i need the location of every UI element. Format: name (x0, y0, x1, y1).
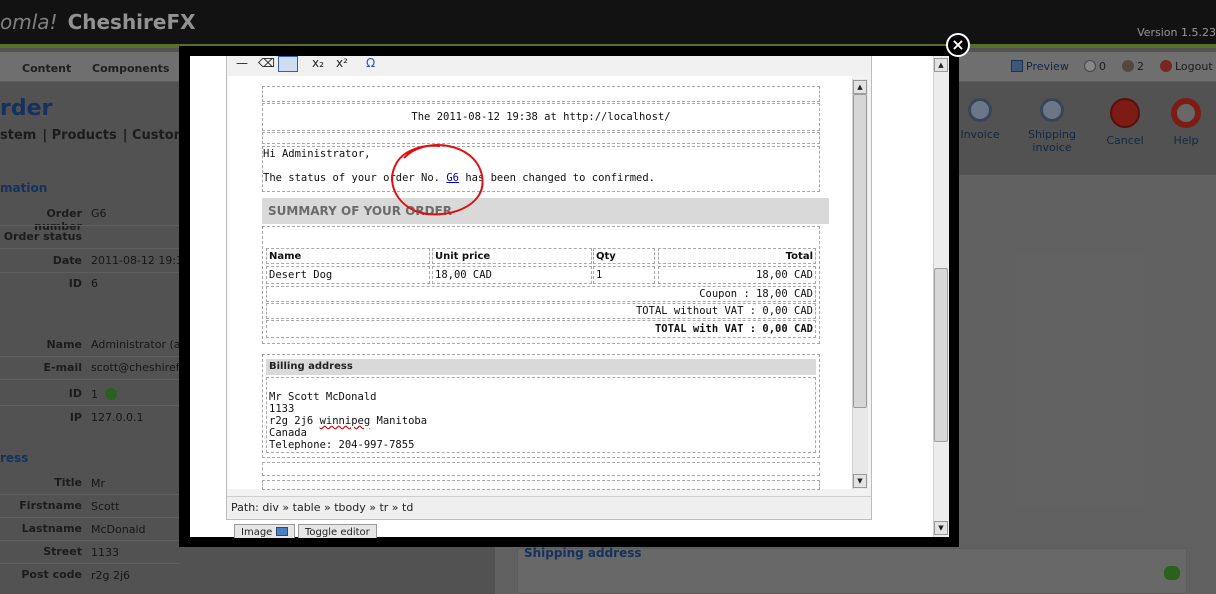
modal-scroll-thumb[interactable] (934, 268, 948, 442)
path-label: Path: (231, 501, 259, 514)
image-icon (275, 527, 288, 536)
special-char-icon[interactable]: Ω (366, 56, 375, 70)
close-icon: × (951, 35, 965, 54)
subscript-icon[interactable]: x₂ (312, 56, 324, 70)
row-qty: 1 (596, 269, 603, 281)
superscript-icon[interactable]: x² (336, 56, 348, 70)
horizontal-rule-icon[interactable]: — (236, 56, 248, 70)
table-row-spacer (262, 132, 820, 144)
close-modal-button[interactable]: × (946, 33, 970, 57)
row-unit-price: 18,00 CAD (435, 269, 492, 281)
scroll-up-arrow[interactable]: ▲ (934, 58, 948, 72)
col-name-header: Name (269, 251, 302, 262)
editor-path-bar: Path: div » table » tbody » tr » td (227, 496, 871, 518)
editor-buttons: Image Toggle editor (234, 524, 434, 538)
summary-heading: SUMMARY OF YOUR ORDER (262, 198, 829, 224)
toggle-editor-button[interactable]: Toggle editor (298, 524, 377, 538)
editor-scroll-up-arrow[interactable]: ▲ (853, 80, 867, 94)
billing-address-heading: Billing address (266, 359, 816, 375)
total-without-vat-value: TOTAL without VAT : 0,00 CAD (635, 305, 813, 317)
table-row-spacer (262, 86, 820, 102)
row-name: Desert Dog (269, 269, 333, 281)
editor-scroll-down-arrow[interactable]: ▼ (853, 474, 867, 488)
col-total-header: Total (785, 251, 813, 262)
annotation-circle (391, 144, 484, 216)
scroll-down-arrow[interactable]: ▼ (934, 521, 948, 535)
timestamp-line: The 2011-08-12 19:38 at http://localhost… (411, 111, 671, 123)
total-with-vat-value: TOTAL with VAT : 0,00 CAD (654, 323, 813, 335)
table-row-spacer (262, 462, 820, 476)
table-icon[interactable] (278, 56, 298, 72)
coupon-value: Coupon : 18,00 CAD (699, 288, 813, 300)
col-qty-header: Qty (596, 251, 616, 262)
eraser-icon[interactable]: ⌫ (258, 56, 275, 70)
editor-scroll-thumb[interactable] (853, 94, 867, 408)
greeting-text: Hi Administrator, (263, 148, 371, 160)
image-button[interactable]: Image (234, 524, 295, 538)
path-value[interactable]: div » table » tbody » tr » td (262, 501, 413, 514)
table-row-spacer (262, 480, 820, 490)
row-total: 18,00 CAD (756, 269, 813, 281)
billing-address-lines: Mr Scott McDonald 1133 r2g 2j6 winnipeg … (269, 391, 428, 451)
col-unit-price-header: Unit price (435, 251, 491, 262)
